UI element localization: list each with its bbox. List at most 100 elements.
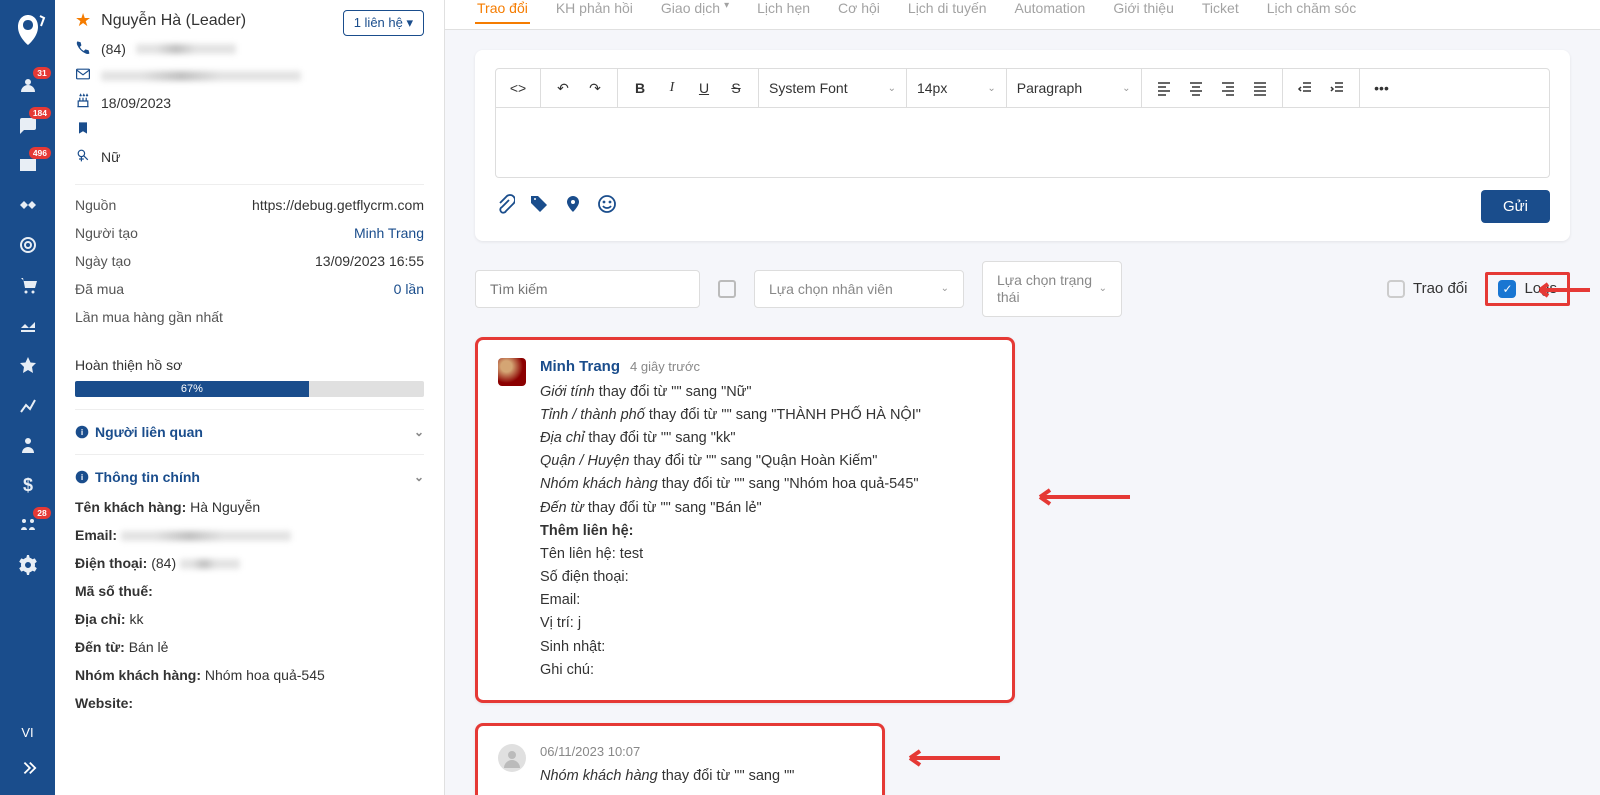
accordion-maininfo[interactable]: iThông tin chính ⌄ <box>75 454 424 499</box>
tab-exchange[interactable]: Trao đổi <box>475 0 530 24</box>
bookmark-icon <box>75 120 91 139</box>
tab-opportunity[interactable]: Cơ hội <box>836 0 882 22</box>
size-select[interactable]: 14px <box>917 80 947 96</box>
log-time: 4 giây trước <box>630 359 700 374</box>
align-right-icon[interactable] <box>1214 74 1242 102</box>
font-select[interactable]: System Font <box>769 80 848 96</box>
sidebar-handshake-icon[interactable] <box>0 185 55 225</box>
code-view-icon[interactable]: <> <box>504 74 532 102</box>
sidebar-finance-icon[interactable] <box>0 305 55 345</box>
checkbox-checked-icon: ✓ <box>1498 280 1516 298</box>
badge: 28 <box>33 507 51 519</box>
progress-bar: 67% <box>75 381 424 397</box>
tab-ticket[interactable]: Ticket <box>1200 0 1241 22</box>
sidebar-person-icon[interactable] <box>0 425 55 465</box>
tab-transaction[interactable]: Giao dịch▾ <box>659 0 731 22</box>
svg-text:$: $ <box>22 475 32 495</box>
sidebar-settings-icon[interactable] <box>0 545 55 585</box>
badge: 31 <box>33 67 51 79</box>
filter-row: Lựa chọn nhân viên⌄ Lựa chọn trạng thái⌄… <box>475 261 1570 317</box>
sidebar-target-icon[interactable] <box>0 225 55 265</box>
tag-icon[interactable] <box>529 194 549 219</box>
log-entry: Minh Trang 4 giây trước Giới tính thay đ… <box>475 337 1015 703</box>
indent-icon[interactable] <box>1323 74 1351 102</box>
expand-sidebar-icon[interactable] <box>0 750 55 785</box>
created-label: Ngày tạo <box>75 253 131 269</box>
chevron-down-icon: ⌄ <box>888 83 896 94</box>
sidebar-users-icon[interactable]: 31 <box>0 65 55 105</box>
emoji-icon[interactable] <box>597 194 617 219</box>
accordion-related[interactable]: iNgười liên quan ⌄ <box>75 409 424 454</box>
info-tax-label: Mã số thuế: <box>75 583 153 599</box>
bought-value: 0 lần <box>394 281 424 297</box>
info-phone-prefix: (84) <box>151 555 176 571</box>
creator-label: Người tạo <box>75 225 138 241</box>
attach-icon[interactable] <box>495 194 515 219</box>
sidebar-hr-icon[interactable]: 28 <box>0 505 55 545</box>
contact-count-button[interactable]: 1 liên hệ <box>343 10 424 36</box>
source-value: https://debug.getflycrm.com <box>252 197 424 213</box>
outdent-icon[interactable] <box>1291 74 1319 102</box>
info-email-label: Email: <box>75 527 117 543</box>
sidebar-mail-icon[interactable]: 496 <box>0 145 55 185</box>
progress-fill: 67% <box>75 381 309 397</box>
status-select[interactable]: Lựa chọn trạng thái⌄ <box>982 261 1122 317</box>
italic-icon[interactable]: I <box>658 74 686 102</box>
undo-icon[interactable]: ↶ <box>549 74 577 102</box>
phone-prefix: (84) <box>101 41 126 57</box>
sidebar-dollar-icon[interactable]: $ <box>0 465 55 505</box>
log-time: 06/11/2023 10:07 <box>540 744 640 759</box>
chevron-down-icon: ⌄ <box>1122 83 1130 94</box>
logo[interactable] <box>8 10 48 50</box>
phone-redacted <box>180 559 240 569</box>
sidebar-conversations-icon[interactable]: 184 <box>0 105 55 145</box>
paragraph-select[interactable]: Paragraph <box>1017 80 1082 96</box>
avatar <box>498 358 526 386</box>
underline-icon[interactable]: U <box>690 74 718 102</box>
bold-icon[interactable]: B <box>626 74 654 102</box>
chevron-down-icon: ⌄ <box>414 425 424 439</box>
badge: 496 <box>29 147 51 159</box>
info-address-label: Địa chỉ: <box>75 611 126 627</box>
redo-icon[interactable]: ↷ <box>581 74 609 102</box>
align-center-icon[interactable] <box>1182 74 1210 102</box>
sidebar-star-icon[interactable] <box>0 345 55 385</box>
editor-textarea[interactable] <box>495 108 1550 178</box>
align-justify-icon[interactable] <box>1246 74 1274 102</box>
checkbox-empty[interactable] <box>718 280 736 298</box>
main-content: Trao đổi KH phản hồi Giao dịch▾ Lịch hẹn… <box>445 0 1600 795</box>
more-icon[interactable]: ••• <box>1368 74 1396 102</box>
main-sidebar: 31 184 496 $ 28 VI <box>0 0 55 795</box>
info-from-value: Bán lẻ <box>129 639 169 655</box>
tab-referral[interactable]: Giới thiệu <box>1111 0 1176 22</box>
info-address-value: kk <box>129 611 143 627</box>
exchange-toggle[interactable]: Trao đổi <box>1387 280 1467 298</box>
sidebar-stats-icon[interactable] <box>0 385 55 425</box>
tab-automation[interactable]: Automation <box>1013 0 1088 22</box>
tab-route[interactable]: Lịch di tuyến <box>906 0 989 22</box>
tab-feedback[interactable]: KH phản hồi <box>554 0 635 22</box>
contact-name: Nguyễn Hà (Leader) <box>101 12 246 30</box>
info-group-value: Nhóm hoa quả-545 <box>205 667 325 683</box>
staff-select[interactable]: Lựa chọn nhân viên⌄ <box>754 270 964 308</box>
sidebar-cart-icon[interactable] <box>0 265 55 305</box>
send-button[interactable]: Gửi <box>1481 190 1550 223</box>
tab-appointment[interactable]: Lịch hẹn <box>755 0 812 22</box>
search-input[interactable] <box>475 270 700 308</box>
editor-toolbar: <> ↶ ↷ B I U S System Font ⌄ <box>495 68 1550 108</box>
svg-text:i: i <box>81 472 83 482</box>
gender-value: Nữ <box>101 149 120 165</box>
creator-value[interactable]: Minh Trang <box>354 225 424 241</box>
strike-icon[interactable]: S <box>722 74 750 102</box>
language-toggle[interactable]: VI <box>21 715 33 750</box>
align-left-icon[interactable] <box>1150 74 1178 102</box>
log-entry: 06/11/2023 10:07 Nhóm khách hàng thay đổ… <box>475 723 885 795</box>
log-author[interactable]: Minh Trang <box>540 358 620 375</box>
location-icon[interactable] <box>563 194 583 219</box>
info-group-label: Nhóm khách hàng: <box>75 667 201 683</box>
birthday-icon <box>75 93 91 112</box>
chevron-down-icon: ⌄ <box>987 83 995 94</box>
checkbox-unchecked-icon <box>1387 280 1405 298</box>
tab-care[interactable]: Lịch chăm sóc <box>1265 0 1358 22</box>
envelope-icon <box>75 66 91 85</box>
